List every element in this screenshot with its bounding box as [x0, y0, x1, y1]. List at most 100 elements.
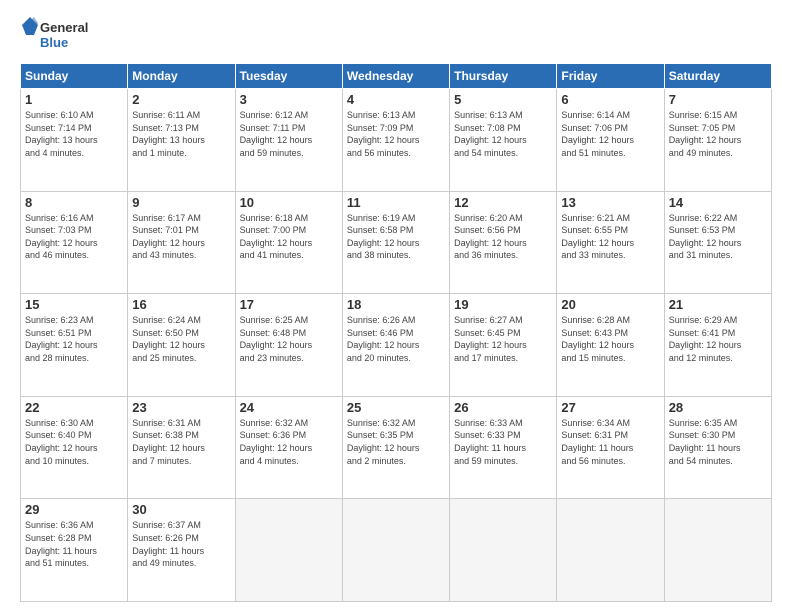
calendar-cell	[557, 499, 664, 602]
day-number: 21	[669, 297, 767, 312]
calendar-cell: 4 Sunrise: 6:13 AMSunset: 7:09 PMDaylight…	[342, 89, 449, 192]
calendar-cell	[342, 499, 449, 602]
day-number: 30	[132, 502, 230, 517]
calendar-cell: 8 Sunrise: 6:16 AMSunset: 7:03 PMDaylight…	[21, 191, 128, 294]
day-number: 26	[454, 400, 552, 415]
day-number: 20	[561, 297, 659, 312]
calendar-cell: 26 Sunrise: 6:33 AMSunset: 6:33 PMDayligh…	[450, 396, 557, 499]
calendar-cell: 24 Sunrise: 6:32 AMSunset: 6:36 PMDayligh…	[235, 396, 342, 499]
logo-svg: General Blue	[20, 15, 100, 55]
calendar-cell: 15Sunrise: 6:23 AMSunset: 6:51 PMDayligh…	[21, 294, 128, 397]
weekday-header-sunday: Sunday	[21, 64, 128, 89]
day-number: 27	[561, 400, 659, 415]
week-row-2: 8 Sunrise: 6:16 AMSunset: 7:03 PMDaylight…	[21, 191, 772, 294]
day-info: Sunrise: 6:35 AMSunset: 6:30 PMDaylight:…	[669, 417, 767, 467]
weekday-header-row: SundayMondayTuesdayWednesdayThursdayFrid…	[21, 64, 772, 89]
calendar-cell: 9 Sunrise: 6:17 AMSunset: 7:01 PMDaylight…	[128, 191, 235, 294]
day-info: Sunrise: 6:12 AMSunset: 7:11 PMDaylight:…	[240, 109, 338, 159]
calendar-cell: 7 Sunrise: 6:15 AMSunset: 7:05 PMDaylight…	[664, 89, 771, 192]
logo: General Blue	[20, 15, 100, 55]
day-number: 3	[240, 92, 338, 107]
day-info: Sunrise: 6:15 AMSunset: 7:05 PMDaylight:…	[669, 109, 767, 159]
day-info: Sunrise: 6:11 AMSunset: 7:13 PMDaylight:…	[132, 109, 230, 159]
weekday-header-thursday: Thursday	[450, 64, 557, 89]
calendar-cell	[664, 499, 771, 602]
weekday-header-tuesday: Tuesday	[235, 64, 342, 89]
day-info: Sunrise: 6:18 AMSunset: 7:00 PMDaylight:…	[240, 212, 338, 262]
calendar-cell: 13 Sunrise: 6:21 AMSunset: 6:55 PMDayligh…	[557, 191, 664, 294]
day-number: 4	[347, 92, 445, 107]
day-number: 28	[669, 400, 767, 415]
day-info: Sunrise: 6:25 AMSunset: 6:48 PMDaylight:…	[240, 314, 338, 364]
day-info: Sunrise: 6:21 AMSunset: 6:55 PMDaylight:…	[561, 212, 659, 262]
calendar-cell: 2 Sunrise: 6:11 AMSunset: 7:13 PMDaylight…	[128, 89, 235, 192]
day-info: Sunrise: 6:14 AMSunset: 7:06 PMDaylight:…	[561, 109, 659, 159]
day-info: Sunrise: 6:24 AMSunset: 6:50 PMDaylight:…	[132, 314, 230, 364]
calendar-cell: 11Sunrise: 6:19 AMSunset: 6:58 PMDayligh…	[342, 191, 449, 294]
day-number: 9	[132, 195, 230, 210]
calendar-cell: 3 Sunrise: 6:12 AMSunset: 7:11 PMDaylight…	[235, 89, 342, 192]
weekday-header-friday: Friday	[557, 64, 664, 89]
calendar-cell: 19 Sunrise: 6:27 AMSunset: 6:45 PMDayligh…	[450, 294, 557, 397]
svg-text:General: General	[40, 20, 88, 35]
day-number: 5	[454, 92, 552, 107]
calendar-cell: 28 Sunrise: 6:35 AMSunset: 6:30 PMDayligh…	[664, 396, 771, 499]
day-number: 10	[240, 195, 338, 210]
day-number: 1	[25, 92, 123, 107]
day-info: Sunrise: 6:27 AMSunset: 6:45 PMDaylight:…	[454, 314, 552, 364]
day-number: 17	[240, 297, 338, 312]
day-info: Sunrise: 6:29 AMSunset: 6:41 PMDaylight:…	[669, 314, 767, 364]
day-number: 19	[454, 297, 552, 312]
day-number: 24	[240, 400, 338, 415]
day-number: 14	[669, 195, 767, 210]
day-info: Sunrise: 6:36 AMSunset: 6:28 PMDaylight:…	[25, 519, 123, 569]
calendar-cell: 17 Sunrise: 6:25 AMSunset: 6:48 PMDayligh…	[235, 294, 342, 397]
day-info: Sunrise: 6:32 AMSunset: 6:36 PMDaylight:…	[240, 417, 338, 467]
day-info: Sunrise: 6:16 AMSunset: 7:03 PMDaylight:…	[25, 212, 123, 262]
day-info: Sunrise: 6:28 AMSunset: 6:43 PMDaylight:…	[561, 314, 659, 364]
calendar-cell	[235, 499, 342, 602]
calendar-cell: 12Sunrise: 6:20 AMSunset: 6:56 PMDayligh…	[450, 191, 557, 294]
day-info: Sunrise: 6:19 AMSunset: 6:58 PMDaylight:…	[347, 212, 445, 262]
calendar-cell: 20 Sunrise: 6:28 AMSunset: 6:43 PMDayligh…	[557, 294, 664, 397]
calendar-table: SundayMondayTuesdayWednesdayThursdayFrid…	[20, 63, 772, 602]
day-info: Sunrise: 6:20 AMSunset: 6:56 PMDaylight:…	[454, 212, 552, 262]
calendar-cell: 25 Sunrise: 6:32 AMSunset: 6:35 PMDayligh…	[342, 396, 449, 499]
week-row-1: 1 Sunrise: 6:10 AMSunset: 7:14 PMDaylight…	[21, 89, 772, 192]
day-info: Sunrise: 6:13 AMSunset: 7:08 PMDaylight:…	[454, 109, 552, 159]
weekday-header-saturday: Saturday	[664, 64, 771, 89]
day-info: Sunrise: 6:31 AMSunset: 6:38 PMDaylight:…	[132, 417, 230, 467]
calendar-cell	[450, 499, 557, 602]
day-info: Sunrise: 6:13 AMSunset: 7:09 PMDaylight:…	[347, 109, 445, 159]
day-number: 7	[669, 92, 767, 107]
day-number: 13	[561, 195, 659, 210]
day-number: 2	[132, 92, 230, 107]
day-info: Sunrise: 6:10 AMSunset: 7:14 PMDaylight:…	[25, 109, 123, 159]
day-info: Sunrise: 6:33 AMSunset: 6:33 PMDaylight:…	[454, 417, 552, 467]
calendar-cell: 6Sunrise: 6:14 AMSunset: 7:06 PMDaylight…	[557, 89, 664, 192]
day-number: 18	[347, 297, 445, 312]
calendar-page: General Blue SundayMondayTuesdayWednesda…	[0, 0, 792, 612]
calendar-cell: 16 Sunrise: 6:24 AMSunset: 6:50 PMDayligh…	[128, 294, 235, 397]
header: General Blue	[20, 15, 772, 55]
calendar-cell: 10 Sunrise: 6:18 AMSunset: 7:00 PMDayligh…	[235, 191, 342, 294]
calendar-cell: 14 Sunrise: 6:22 AMSunset: 6:53 PMDayligh…	[664, 191, 771, 294]
day-info: Sunrise: 6:17 AMSunset: 7:01 PMDaylight:…	[132, 212, 230, 262]
calendar-cell: 18 Sunrise: 6:26 AMSunset: 6:46 PMDayligh…	[342, 294, 449, 397]
calendar-cell: 21 Sunrise: 6:29 AMSunset: 6:41 PMDayligh…	[664, 294, 771, 397]
weekday-header-wednesday: Wednesday	[342, 64, 449, 89]
day-number: 8	[25, 195, 123, 210]
day-info: Sunrise: 6:26 AMSunset: 6:46 PMDaylight:…	[347, 314, 445, 364]
calendar-cell: 5 Sunrise: 6:13 AMSunset: 7:08 PMDaylight…	[450, 89, 557, 192]
day-info: Sunrise: 6:23 AMSunset: 6:51 PMDaylight:…	[25, 314, 123, 364]
calendar-cell: 27Sunrise: 6:34 AMSunset: 6:31 PMDayligh…	[557, 396, 664, 499]
day-number: 23	[132, 400, 230, 415]
day-info: Sunrise: 6:22 AMSunset: 6:53 PMDaylight:…	[669, 212, 767, 262]
day-info: Sunrise: 6:32 AMSunset: 6:35 PMDaylight:…	[347, 417, 445, 467]
day-number: 16	[132, 297, 230, 312]
weekday-header-monday: Monday	[128, 64, 235, 89]
day-info: Sunrise: 6:30 AMSunset: 6:40 PMDaylight:…	[25, 417, 123, 467]
calendar-cell: 23 Sunrise: 6:31 AMSunset: 6:38 PMDayligh…	[128, 396, 235, 499]
calendar-cell: 22Sunrise: 6:30 AMSunset: 6:40 PMDayligh…	[21, 396, 128, 499]
day-number: 25	[347, 400, 445, 415]
